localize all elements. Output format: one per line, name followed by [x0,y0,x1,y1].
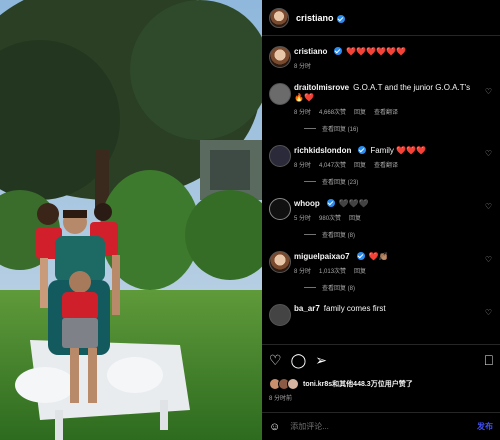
caption: cristiano ❤️❤️❤️❤️❤️❤️ 8 分时 [262,46,500,70]
post-button[interactable]: 发布 [477,421,493,432]
emoji-icon[interactable]: ☺ [269,421,280,433]
liker-avatar [287,378,299,390]
comment-body: whoop 🖤🖤🖤 [294,198,482,209]
author-username[interactable]: cristiano [296,13,334,23]
comment-time: 8 分时 [294,163,312,169]
comment-text: 🖤🖤🖤 [338,199,369,208]
comment-meta: 8 分时 1,013次赞 回复 [294,266,482,275]
view-replies-label[interactable]: 查看回复 (8) [322,283,355,292]
comment-composer: ☺ 发布 [262,412,500,440]
comment-username[interactable]: richkidslondon [294,146,351,155]
comment-text: family comes first [323,304,386,313]
comment-body: miguelpaixao7 ❤️👏🏽 [294,251,482,262]
like-comment-heart-icon[interactable]: ♡ [485,202,492,211]
caption-username[interactable]: cristiano [294,47,327,56]
commenter-avatar[interactable] [269,145,291,167]
comment-likes[interactable]: 980次赞 [319,213,341,222]
family-photo-illustration [0,0,262,440]
comment-likes[interactable]: 4,668次赞 [319,107,346,116]
view-replies-label[interactable]: 查看回复 (16) [322,124,358,133]
comment-body: draitolmisrove G.O.A.T and the junior G.O… [294,83,482,103]
verified-icon [358,146,367,154]
view-replies-label[interactable]: 查看回复 (23) [322,177,358,186]
comment-item: richkidslondon Family ❤️❤️❤️ 8 分时 4,047次赞… [262,145,500,186]
comment-icon[interactable]: ◯ [291,353,307,367]
reply-button[interactable]: 回复 [349,213,361,222]
comment-time: 5 分时 [294,216,312,222]
share-icon[interactable]: ➢ [315,353,327,367]
comment-item: draitolmisrove G.O.A.T and the junior G.O… [262,83,500,133]
comment-item: whoop 🖤🖤🖤 5 分时 980次赞 回复 ♡ 查看回复 (8) [262,198,500,239]
author-avatar[interactable] [269,7,289,28]
view-replies[interactable]: 查看回复 (16) [294,124,482,133]
comment-item: ba_ar7 family comes first ♡ [262,304,500,326]
view-replies[interactable]: 查看回复 (8) [294,230,482,239]
verified-icon [336,14,345,23]
divider-line [304,128,316,129]
post-header: cristiano [262,0,500,36]
caption-time: 8 分时 [294,64,312,70]
comment-time: 8 分时 [294,110,312,116]
comment-body: richkidslondon Family ❤️❤️❤️ [294,145,482,156]
comment-item: miguelpaixao7 ❤️👏🏽 8 分时 1,013次赞 回复 ♡ 查看回复… [262,251,500,292]
like-comment-heart-icon[interactable]: ♡ [485,87,492,96]
divider-line [304,234,316,235]
commenter-avatar[interactable] [269,251,291,273]
likes-summary[interactable]: toni.kr8s和其他448.3万位用户赞了 [269,378,413,390]
comment-meta: 5 分时 980次赞 回复 [294,213,482,222]
like-heart-icon[interactable]: ♡ [269,353,282,367]
comment-username[interactable]: miguelpaixao7 [294,252,350,261]
divider-line [304,287,316,288]
view-replies[interactable]: 查看回复 (8) [294,283,482,292]
comment-likes[interactable]: 4,047次赞 [319,160,346,169]
comment-meta: 8 分时 4,668次赞 回复 查看翻译 [294,107,482,116]
reply-button[interactable]: 回复 [354,107,366,116]
comment-username[interactable]: ba_ar7 [294,304,320,313]
comment-input[interactable] [288,421,477,432]
reply-button[interactable]: 回复 [354,266,366,275]
comment-time: 8 分时 [294,269,312,275]
translate-button[interactable]: 查看翻译 [374,160,398,169]
view-replies-label[interactable]: 查看回复 (8) [322,230,355,239]
comment-body: ba_ar7 family comes first [294,304,482,314]
translate-button[interactable]: 查看翻译 [374,107,398,116]
verified-icon [326,199,335,207]
like-comment-heart-icon[interactable]: ♡ [485,308,492,317]
comment-username[interactable]: whoop [294,199,320,208]
verified-icon [334,47,343,55]
comments-list[interactable]: cristiano ❤️❤️❤️❤️❤️❤️ 8 分时 draitolmisrov… [262,36,500,344]
comments-panel: cristiano cristiano ❤️❤️❤️❤️❤️❤️ 8 分时 dra… [262,0,500,440]
comment-text: Family ❤️❤️❤️ [370,146,427,155]
verified-icon [356,252,365,260]
like-comment-heart-icon[interactable]: ♡ [485,255,492,264]
post-time: 8 分时前 [269,396,293,402]
view-replies[interactable]: 查看回复 (23) [294,177,482,186]
comment-meta: 8 分时 4,047次赞 回复 查看翻译 [294,160,482,169]
reply-button[interactable]: 回复 [354,160,366,169]
commenter-avatar[interactable] [269,304,291,326]
likes-text[interactable]: toni.kr8s和其他448.3万位用户赞了 [303,379,413,389]
like-comment-heart-icon[interactable]: ♡ [485,149,492,158]
post-modal: cristiano cristiano ❤️❤️❤️❤️❤️❤️ 8 分时 dra… [0,0,500,440]
bookmark-icon[interactable]: ⎕ [485,353,493,367]
comment-text: ❤️👏🏽 [368,252,389,261]
commenter-avatar[interactable] [269,198,291,220]
comment-username[interactable]: draitolmisrove [294,83,349,92]
caption-body: cristiano ❤️❤️❤️❤️❤️❤️ [294,46,482,57]
comment-likes[interactable]: 1,013次赞 [319,266,346,275]
divider-line [304,181,316,182]
caption-text: ❤️❤️❤️❤️❤️❤️ [346,47,407,56]
caption-meta: 8 分时 [294,61,482,70]
commenter-avatar[interactable] [269,83,291,105]
author-avatar-small[interactable] [269,46,291,68]
action-bar: ♡ ◯ ➢ ⎕ [262,344,500,374]
post-photo[interactable] [0,0,262,440]
